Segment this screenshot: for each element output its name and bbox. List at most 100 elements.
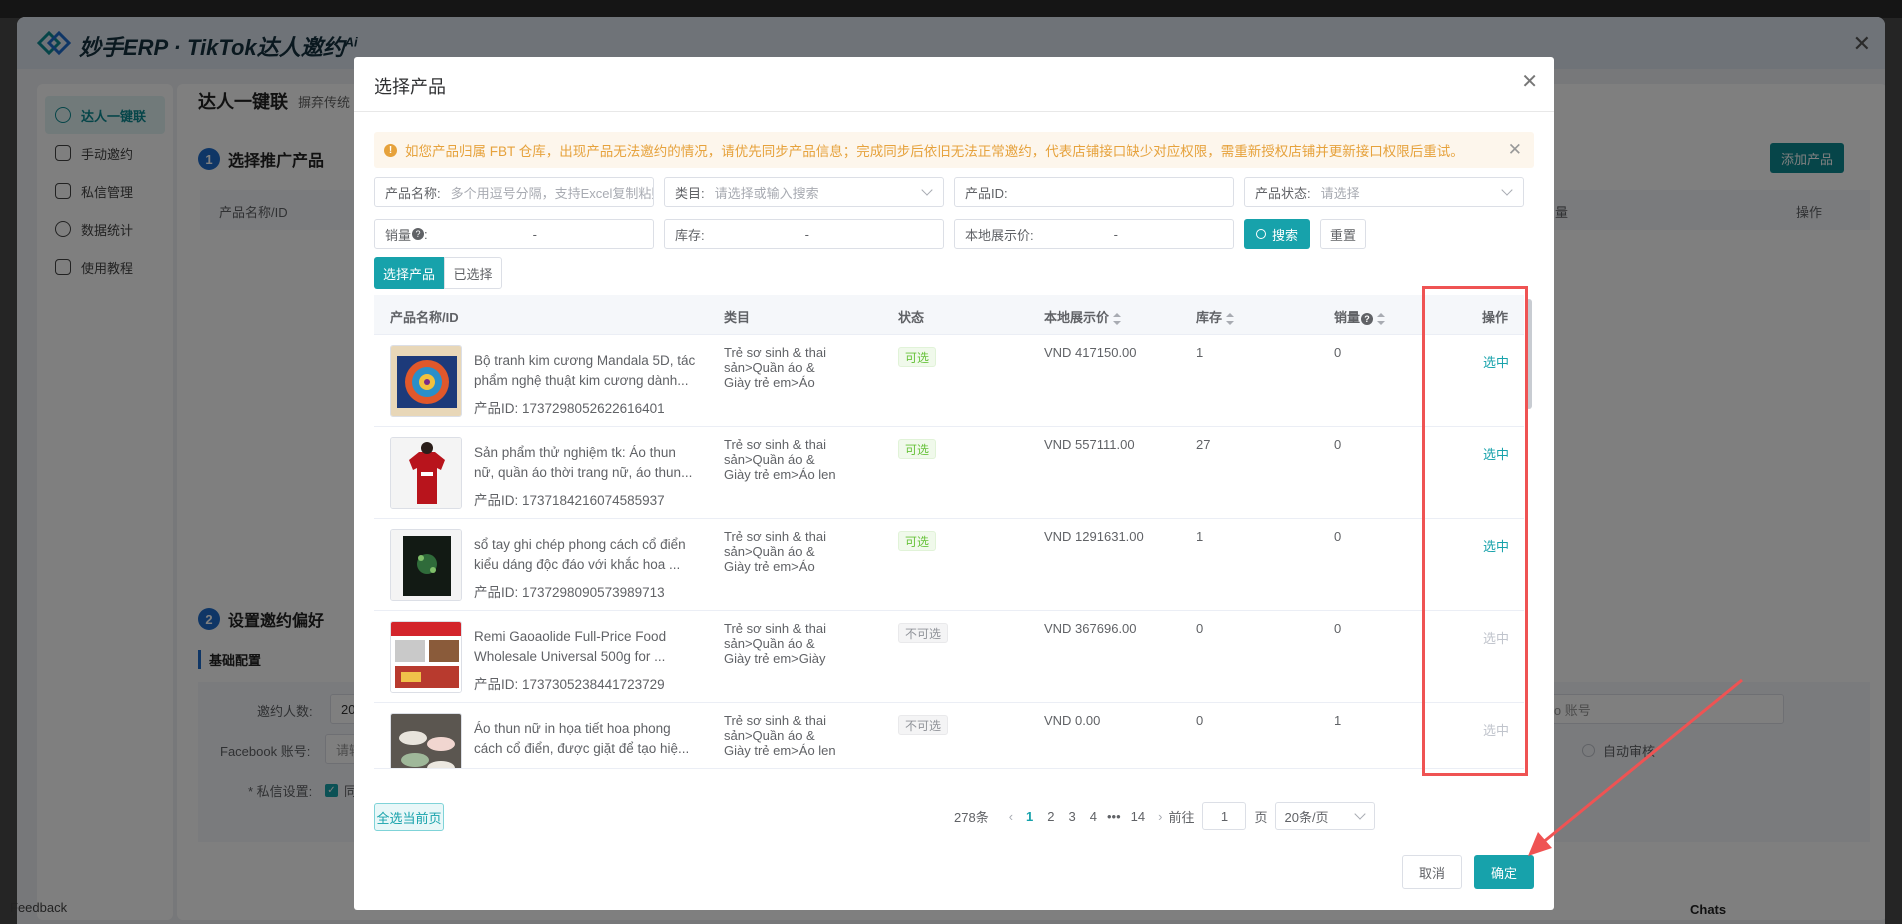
col-name-header: 产品名称/ID [390,310,459,325]
page-3[interactable]: 3 [1069,809,1076,824]
filter-label: 产品ID: [965,185,1008,201]
confirm-button[interactable]: 确定 [1474,855,1534,889]
table-header: 产品名称/ID 类目 状态 本地展示价 库存 销量? 操作 [374,295,1524,335]
notebook-thumbnail [390,529,462,601]
product-sales: 0 [1334,437,1342,452]
sort-icon[interactable] [1113,312,1122,325]
range-separator: - [532,226,537,242]
page-size-value: 20条/页 [1284,809,1329,825]
chevron-down-icon [921,184,933,196]
stock-range-filter[interactable]: 库存: - [664,219,944,249]
product-price: VND 367696.00 [1044,621,1137,636]
filter-placeholder: 多个用逗号分隔，支持Excel复制粘贴 [450,185,654,201]
page-1[interactable]: 1 [1026,809,1033,824]
close-icon[interactable]: ✕ [1521,69,1538,94]
filter-label: 销量 [385,227,412,243]
table-row: Bộ tranh kim cương Mandala 5D, tác phẩm … [374,335,1524,427]
table-row: sổ tay ghi chép phong cách cổ điển kiểu … [374,519,1524,611]
product-category: Trẻ sơ sinh & thai sản>Quần áo & Giày tr… [724,529,826,574]
filter-label: 本地展示价: [965,227,1034,243]
food-thumbnail [390,621,462,693]
product-category: Trẻ sơ sinh & thai sản>Quần áo & Giày tr… [724,437,836,482]
status-badge: 不可选 [898,715,949,735]
product-id: 产品ID: 1737305238441723729 [474,677,665,692]
mandala-thumbnail [390,345,462,417]
search-button[interactable]: 搜索 [1244,219,1310,249]
search-button-label: 搜索 [1271,227,1298,243]
product-price: VND 1291631.00 [1044,529,1144,544]
price-range-filter[interactable]: 本地展示价: - [954,219,1234,249]
product-stock: 1 [1196,345,1204,360]
product-name-filter[interactable]: 产品名称: 多个用逗号分隔，支持Excel复制粘贴 [374,177,654,207]
total-count: 278条 [954,809,989,825]
alert-close-icon[interactable]: ✕ [1508,140,1522,160]
slippers-thumbnail [390,713,462,768]
chevron-down-icon [1501,184,1513,196]
reset-button[interactable]: 重置 [1320,219,1366,249]
page-4[interactable]: 4 [1090,809,1097,824]
next-page-icon[interactable]: › [1158,809,1162,824]
cancel-button[interactable]: 取消 [1402,855,1462,889]
range-separator: - [1113,226,1118,242]
product-name: Remi Gaoaolide Full-Price Food Wholesale… [474,629,667,664]
status-badge: 可选 [898,347,937,367]
product-stock: 0 [1196,621,1204,636]
category-select[interactable]: 类目: 请选择或输入搜索 [664,177,944,207]
sort-icon[interactable] [1226,312,1235,325]
product-table: 产品名称/ID 类目 状态 本地展示价 库存 销量? 操作 Bộ tranh k… [374,295,1524,769]
dialog-divider [354,111,1554,112]
tab-select-products[interactable]: 选择产品 [374,257,444,289]
help-icon: ? [1361,313,1374,325]
select-product-dialog: 选择产品 ✕ ! 如您产品归属 FBT 仓库，出现产品无法邀约的情况，请优先同步… [354,57,1554,910]
col-category-header: 类目 [724,310,751,325]
product-price: VND 557111.00 [1044,437,1135,452]
product-name: Áo thun nữ in họa tiết hoa phong cách cổ… [474,721,690,756]
sales-range-filter[interactable]: 销量?: - [374,219,654,249]
product-name: sổ tay ghi chép phong cách cổ điển kiểu … [474,537,686,572]
dialog-title: 选择产品 [374,77,446,97]
col-sales-header[interactable]: 销量? [1334,307,1386,326]
pagination: 278条 ‹ 1 2 3 4 ••• 14 › 前往 1 页 20条/页 [954,801,1376,831]
filter-placeholder: 请选择或输入搜索 [714,185,819,201]
goto-prefix: 前往 [1168,809,1195,825]
product-id: 产品ID: 1737201400943183697 [474,765,665,768]
action-column-highlight [1422,286,1528,776]
col-sales-label: 销量 [1334,310,1361,325]
product-sales: 1 [1334,713,1342,728]
product-stock: 1 [1196,529,1204,544]
tab-selected-products[interactable]: 已选择 [444,257,502,289]
col-status-header: 状态 [898,310,925,325]
product-id-filter[interactable]: 产品ID: [954,177,1234,207]
table-row: Remi Gaoaolide Full-Price Food Wholesale… [374,611,1524,703]
product-name: Sản phẩm thử nghiệm tk: Áo thun nữ, quần… [474,445,693,480]
fbt-alert: ! 如您产品归属 FBT 仓库，出现产品无法邀约的情况，请优先同步产品信息；完成… [374,132,1534,168]
product-id: 产品ID: 1737184216074585937 [474,493,665,508]
more-pages-icon[interactable]: ••• [1107,809,1121,824]
goto-page-input[interactable]: 1 [1202,802,1247,830]
col-stock-header[interactable]: 库存 [1196,307,1235,326]
select-all-page-button[interactable]: 全选当前页 [374,803,444,831]
product-category: Trẻ sơ sinh & thai sản>Quần áo & Giày tr… [724,345,826,390]
filter-label: 产品名称: [385,185,441,201]
product-category: Trẻ sơ sinh & thai sản>Quần áo & Giày tr… [724,621,826,666]
product-sales: 0 [1334,621,1342,636]
product-status-select[interactable]: 产品状态: 请选择 [1244,177,1524,207]
range-separator: - [804,226,809,242]
product-id: 产品ID: 1737298090573989713 [474,585,665,600]
filter-label: 库存: [675,227,705,243]
product-price: VND 417150.00 [1044,345,1137,360]
product-id: 产品ID: 1737298052622616401 [474,401,665,416]
search-icon [1255,229,1266,239]
page-2[interactable]: 2 [1047,809,1054,824]
filter-label: 类目: [675,185,705,201]
sort-icon[interactable] [1377,312,1386,325]
status-badge: 可选 [898,531,937,551]
product-sales: 0 [1334,529,1342,544]
col-price-header[interactable]: 本地展示价 [1044,307,1122,326]
page-14[interactable]: 14 [1131,809,1145,824]
product-stock: 0 [1196,713,1204,728]
product-name: Bộ tranh kim cương Mandala 5D, tác phẩm … [474,353,696,388]
product-stock: 27 [1196,437,1211,452]
page-size-select[interactable]: 20条/页 [1275,802,1376,830]
prev-page-icon[interactable]: ‹ [1009,809,1013,824]
